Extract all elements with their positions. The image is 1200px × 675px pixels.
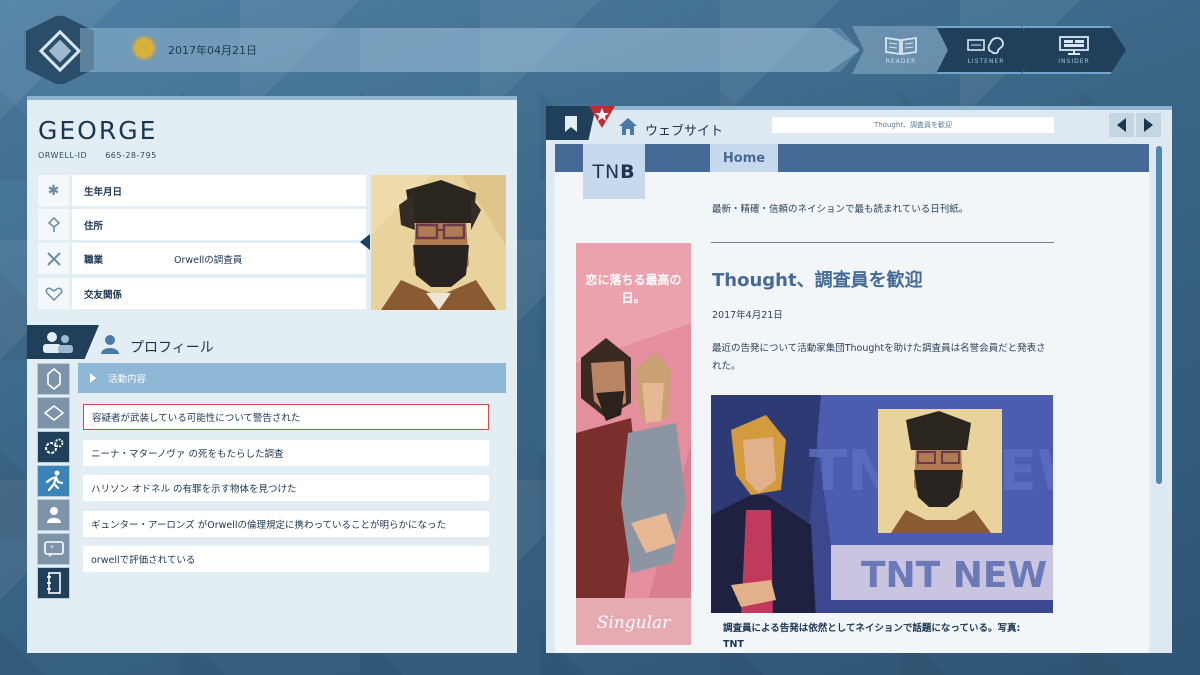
quote-icon: " [43,541,64,557]
orwell-id: ORWELL-ID 665-28-795 [38,151,157,160]
notebook-icon [46,572,61,594]
info-row-birthdate[interactable]: ✱ 生年月日 [38,175,366,206]
side-tab-face[interactable] [37,363,70,395]
user-icon [46,507,61,523]
article-title[interactable]: Thought、調査員を歓迎 [712,266,923,292]
site-logo-text: TN [592,160,621,183]
info-value: Orwellの調査員 [174,254,243,266]
portrait-pointer [360,234,370,250]
activity-header[interactable]: 活動内容 [78,363,506,393]
mode-reader-label: READER [885,58,917,65]
info-label: 住所 [84,220,104,232]
mode-reader-button[interactable]: READER [852,26,950,74]
profile-section-title: プロフィール [130,340,214,356]
ad-headline: 恋に落ちる最高の日。 [585,273,682,305]
current-date: 2017年04月21日 [168,44,257,57]
book-icon [885,36,917,55]
ear-icon [967,37,1004,55]
page-scrollbar[interactable] [1156,146,1162,484]
bookmark-tab[interactable] [546,106,596,140]
face-icon [46,368,61,390]
divider [711,242,1054,243]
arrow-left-icon [1117,118,1126,132]
activity-item[interactable]: orwellで評価されている [83,546,489,572]
asterisk-icon: ✱ [38,175,69,206]
running-icon [45,470,63,492]
profile-name: GEORGE [38,116,158,145]
info-label: 交友関係 [84,289,123,301]
mode-listener-label: LISTENER [967,58,1005,65]
mode-insider-label: INSIDER [1058,58,1090,65]
activity-item[interactable]: ハリソン オドネル の有罪を示す物体を見つけた [83,475,489,501]
gears-icon [44,438,63,454]
site-logo-bold: B [620,160,636,183]
browser-section-title: ウェブサイト [645,124,724,139]
back-button[interactable] [1109,113,1134,137]
info-label: 職業 [84,254,104,266]
article-body[interactable]: 最近の告発について活動家集団Thoughtを助けた調査員は名誉会員だと発表された… [712,340,1054,376]
location-icon [38,209,69,240]
info-row-occupation[interactable]: 職業 Orwellの調査員 [38,243,366,274]
article-date: 2017年4月21日 [712,310,783,321]
nav-home-link[interactable]: Home [710,144,778,172]
mode-listener-button[interactable]: LISTENER [936,26,1036,74]
orwell-id-label: ORWELL-ID [38,151,88,160]
side-tab-gears[interactable] [37,431,70,463]
info-row-relations[interactable]: 交友関係 [38,278,366,309]
home-icon [619,118,637,135]
news-studio-image: TNT NEW TNT NEW [711,395,1053,619]
timeline-segment [360,28,860,72]
sun-icon [134,38,154,58]
forward-button[interactable] [1136,113,1161,137]
people-icon [43,332,73,353]
tools-icon [38,243,69,274]
document-icon [43,404,64,422]
activity-item[interactable]: 容疑者が武装している可能性について警告された [83,404,489,430]
site-logo[interactable]: TN B [583,144,645,199]
svg-text:": " [50,545,54,555]
arrow-right-icon [1144,118,1153,132]
bookmark-icon [565,116,577,132]
activity-item[interactable]: ギュンター・アーロンズ がOrwellの倫理規定に携わっていることが明らかになっ… [83,511,489,537]
mode-insider-button[interactable]: INSIDER [1022,26,1126,74]
orwell-id-value: 665-28-795 [105,151,157,160]
person-icon [101,335,119,354]
ad-brand: Singular [596,613,671,633]
activity-item[interactable]: ニーナ・マターノヴァ の死をもたらした調査 [83,440,489,466]
monitor-icon [1059,36,1089,55]
studio-banner-text: TNT NEW [861,555,1047,596]
info-row-address[interactable]: 住所 [38,209,366,240]
side-tab-document[interactable] [37,397,70,429]
heart-icon [38,278,69,309]
advertisement-banner[interactable]: 恋に落ちる最高の日。 Singular [576,243,691,645]
info-label: 生年月日 [84,186,123,198]
site-tagline: 最新・精確・信頼のネイションで最も読まれている日刊紙。 [712,204,969,215]
address-bar[interactable]: Thought、調査員を歓迎 [772,117,1054,133]
side-tab-notebook[interactable] [37,567,70,599]
article-photo[interactable]: TNT NEW TNT NEW [711,395,1053,619]
side-tab-person[interactable] [37,499,70,531]
side-tab-activity[interactable] [37,465,70,497]
profile-portrait[interactable] [371,175,506,310]
photo-caption: 調査員による告発は依然としてネイションで話題になっている。写真: TNT [711,613,1053,653]
side-tab-quote[interactable]: " [37,533,70,565]
